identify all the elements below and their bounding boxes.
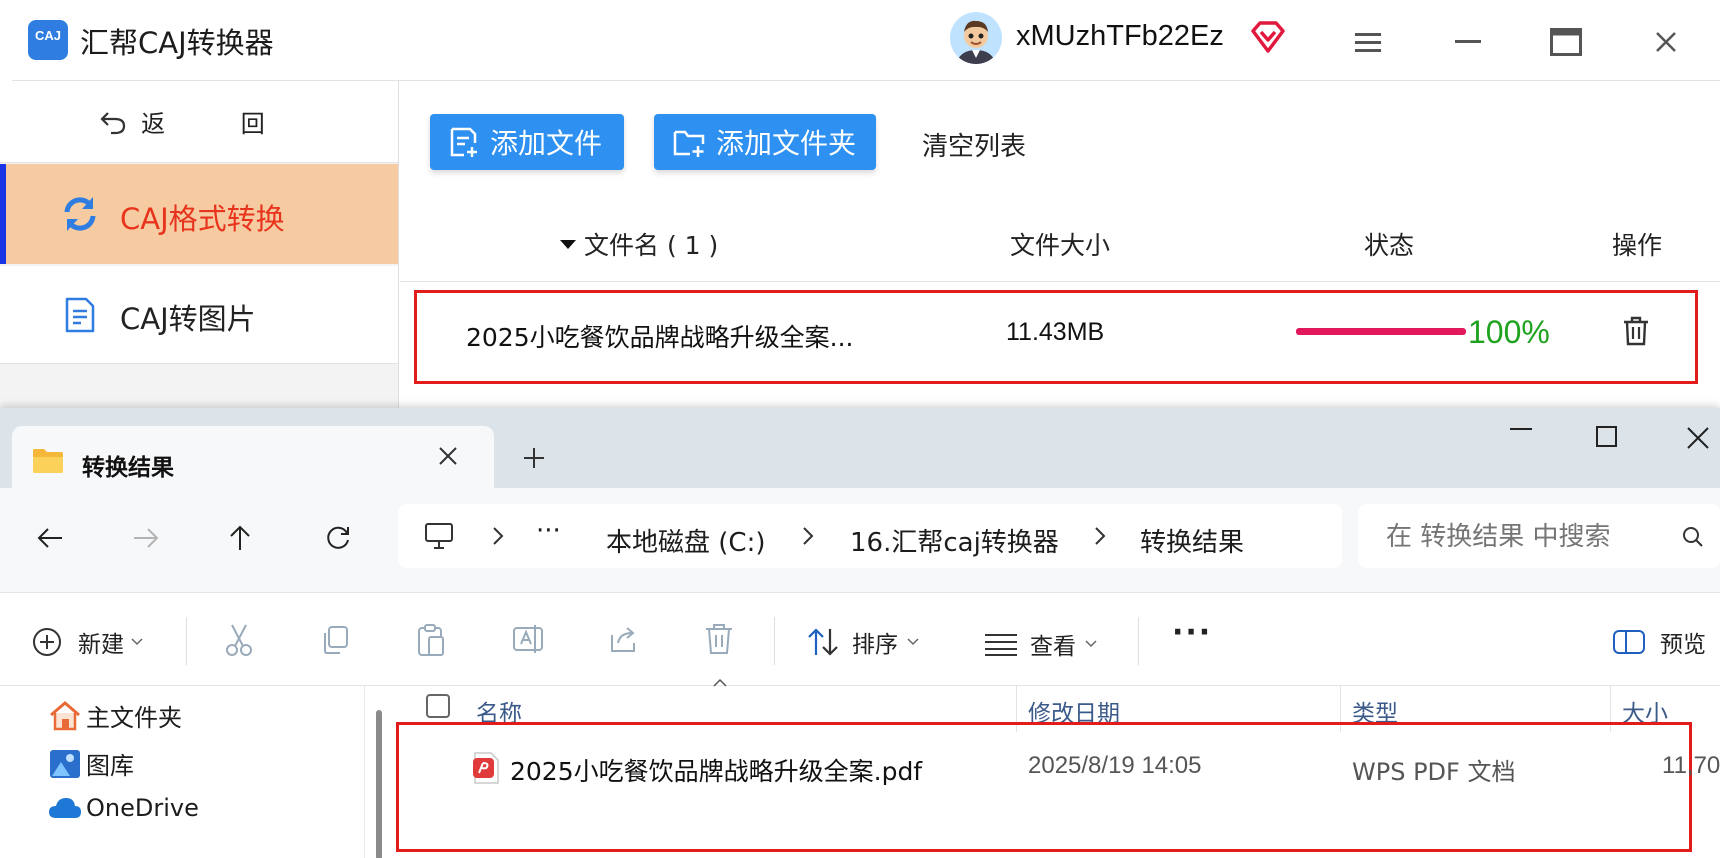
explorer-file-date: 2025/8/19 14:05: [1028, 752, 1202, 779]
copy-icon[interactable]: [320, 625, 350, 655]
vip-diamond-icon[interactable]: [1250, 20, 1286, 54]
path-segment[interactable]: 16.汇帮caj转换器: [850, 522, 1059, 559]
select-all-checkbox[interactable]: [426, 694, 450, 718]
add-file-button[interactable]: 添加文件: [430, 114, 624, 170]
chevron-down-icon: [1085, 640, 1097, 648]
path-ellipsis[interactable]: ···: [536, 516, 561, 546]
column-header-filename[interactable]: 文件名 ( 1 ): [558, 226, 718, 262]
chevron-right-icon[interactable]: [492, 526, 504, 546]
view-button[interactable]: 查看: [984, 627, 1098, 661]
back-arrow-icon[interactable]: [36, 526, 64, 550]
refresh-icon: [60, 194, 100, 234]
back-label: 返 回: [141, 110, 299, 138]
search-input[interactable]: [1384, 518, 1658, 556]
trash-icon[interactable]: [1622, 316, 1650, 346]
explorer-window: 转换结果 ··· 本地磁盘 (C:) 16.汇帮caj转换器 转换结果 在 转换…: [0, 408, 1720, 858]
new-button[interactable]: 新建: [32, 625, 144, 659]
sort-caret-icon: [712, 678, 728, 688]
refresh-icon[interactable]: [324, 524, 352, 552]
explorer-file-name[interactable]: 2025小吃餐饮品牌战略升级全案.pdf: [510, 752, 922, 788]
back-arrow-icon: [100, 111, 126, 134]
toolbar-separator: [186, 617, 187, 665]
user-avatar[interactable]: [950, 12, 1002, 64]
paste-icon[interactable]: [416, 623, 446, 657]
delete-icon[interactable]: [704, 623, 734, 655]
explorer-close-icon[interactable]: [1686, 426, 1710, 450]
progress-percent: 100%: [1468, 314, 1550, 350]
computer-icon[interactable]: [424, 522, 454, 550]
file-size: 11.43MB: [1006, 318, 1105, 346]
rename-icon[interactable]: [512, 623, 544, 655]
view-lines-icon: [985, 634, 1017, 656]
list-divider: [400, 281, 1720, 282]
search-box[interactable]: [1358, 504, 1720, 568]
explorer-minimize-icon[interactable]: [1510, 428, 1532, 432]
sidebar-item-label: CAJ转图片: [120, 302, 256, 336]
close-icon[interactable]: [1642, 18, 1690, 66]
chevron-down-icon: [907, 638, 919, 646]
add-folder-button[interactable]: 添加文件夹: [654, 114, 876, 170]
add-file-icon: [450, 127, 477, 157]
share-icon[interactable]: [608, 623, 640, 655]
sort-icon: [808, 628, 838, 656]
up-arrow-icon[interactable]: [228, 524, 252, 552]
document-icon: [64, 296, 96, 334]
progress-fill: [1296, 328, 1466, 335]
nav-home[interactable]: 主文件夹: [48, 698, 182, 733]
forward-arrow-icon[interactable]: [132, 526, 160, 550]
home-icon: [50, 700, 80, 730]
path-segment[interactable]: 转换结果: [1140, 522, 1244, 559]
explorer-maximize-icon[interactable]: [1596, 426, 1618, 448]
explorer-command-bar: 新建 排序 查看 ··· 预览: [0, 592, 1720, 686]
chevron-down-icon: [131, 638, 143, 646]
nav-gallery[interactable]: 图库: [48, 746, 134, 781]
path-segment[interactable]: 本地磁盘 (C:): [606, 522, 765, 559]
cut-icon[interactable]: [224, 623, 254, 657]
folder-icon: [32, 448, 64, 474]
pdf-file-icon: [472, 752, 500, 784]
chevron-right-icon[interactable]: [1094, 526, 1106, 546]
preview-pane-icon: [1613, 630, 1645, 654]
app-title: 汇帮CAJ转换器: [80, 26, 274, 60]
preview-button[interactable]: 预览: [1612, 625, 1706, 659]
back-button[interactable]: 返 回: [0, 81, 398, 163]
cloud-icon: [49, 798, 81, 818]
minimize-icon[interactable]: [1444, 18, 1492, 66]
clear-list-button[interactable]: 清空列表: [922, 126, 1026, 163]
sidebar-item-caj-convert[interactable]: CAJ格式转换: [0, 164, 398, 264]
column-header-status: 状态: [1364, 231, 1415, 260]
nav-scrollbar[interactable]: [376, 710, 382, 858]
maximize-icon[interactable]: [1542, 18, 1590, 66]
explorer-file-type: WPS PDF 文档: [1352, 758, 1516, 786]
nav-onedrive[interactable]: OneDrive: [48, 794, 199, 822]
explorer-tab[interactable]: 转换结果: [12, 426, 494, 496]
tab-title: 转换结果: [82, 455, 174, 481]
search-icon[interactable]: [1682, 526, 1704, 548]
new-tab-icon[interactable]: [522, 446, 546, 470]
file-name: 2025小吃餐饮品牌战略升级全案...: [466, 323, 854, 352]
add-folder-icon: [673, 130, 705, 157]
more-options-button[interactable]: ···: [1172, 615, 1212, 650]
app-logo: CAJ: [28, 20, 68, 60]
gallery-icon: [50, 749, 80, 778]
sidebar-item-caj-to-image[interactable]: CAJ转图片: [0, 266, 398, 364]
username[interactable]: xMUzhTFb22Ez: [1016, 20, 1224, 53]
column-header-size: 文件大小: [1010, 231, 1111, 260]
toolbar-separator: [1138, 617, 1139, 665]
menu-icon[interactable]: [1344, 18, 1392, 66]
progress-bar: [1296, 328, 1466, 335]
column-header-action: 操作: [1612, 231, 1663, 260]
sidebar: 返 回 CAJ格式转换 CAJ转图片: [0, 81, 399, 411]
chevron-right-icon[interactable]: [802, 526, 814, 546]
sort-down-icon: [560, 240, 576, 249]
explorer-file-size: 11,70: [1662, 752, 1720, 779]
sort-button[interactable]: 排序: [806, 625, 920, 659]
address-bar[interactable]: ··· 本地磁盘 (C:) 16.汇帮caj转换器 转换结果: [398, 504, 1342, 568]
plus-circle-icon: [33, 628, 61, 656]
toolbar-separator: [774, 617, 775, 665]
sidebar-item-label: CAJ格式转换: [120, 202, 285, 236]
nav-pane-divider: [364, 686, 365, 858]
tab-close-icon[interactable]: [438, 446, 458, 466]
